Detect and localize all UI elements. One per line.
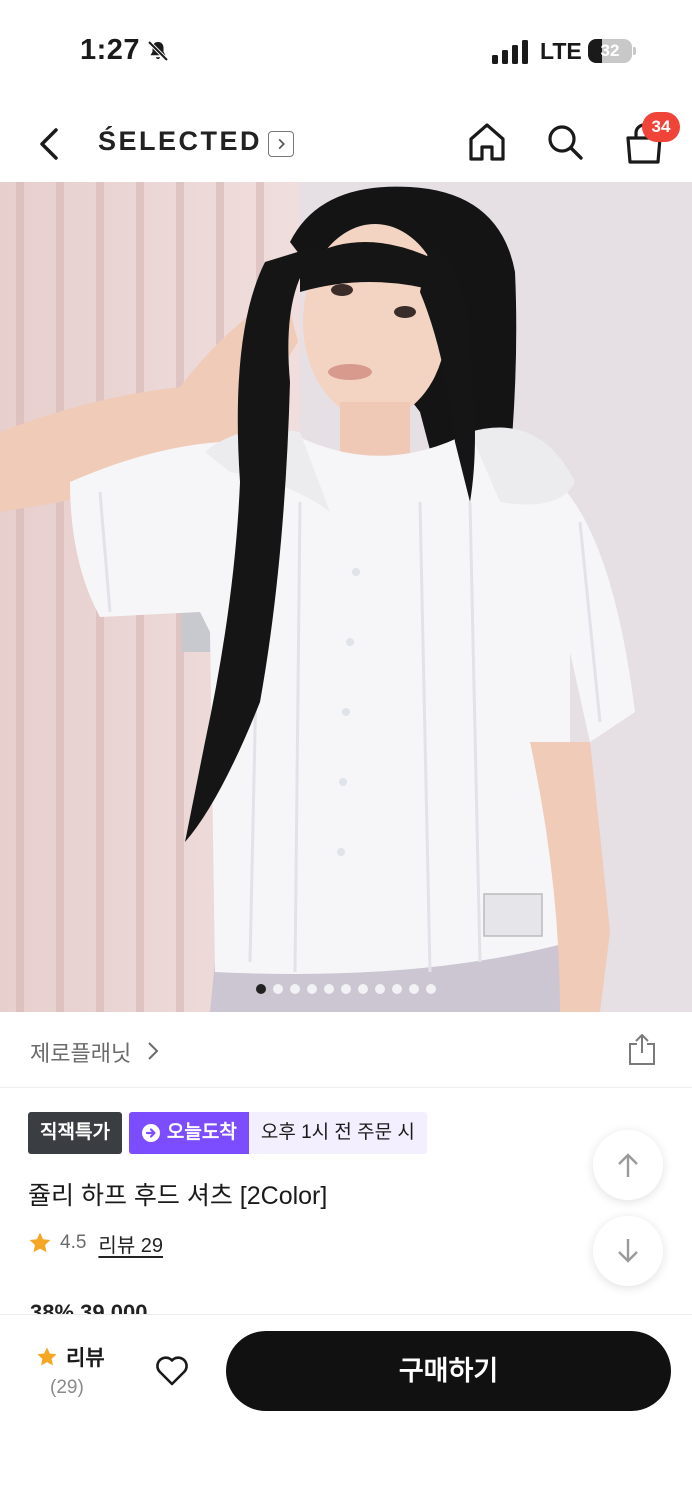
today-arrival-label: 오늘도착 (166, 1122, 237, 1143)
product-image[interactable] (0, 182, 692, 1012)
bottom-action-bar: 리뷰 (29) 구매하기 (0, 1314, 692, 1500)
store-name[interactable]: 제로플래닛 (30, 1036, 131, 1068)
rating-row: 4.5 리뷰 29 (28, 1228, 163, 1258)
review-tab-count[interactable]: (29) (50, 1377, 84, 1399)
bell-off-icon (147, 40, 169, 62)
scroll-top-button[interactable] (593, 1130, 663, 1200)
arrow-up-icon (618, 1153, 638, 1177)
status-time: 1:27 (80, 34, 141, 66)
scroll-bottom-button[interactable] (593, 1216, 663, 1286)
price-peek: 38% 39,000 (30, 1300, 148, 1314)
network-type: LTE (540, 38, 582, 64)
order-cutoff-text: 오후 1시 전 주문 시 (248, 1112, 427, 1154)
star-icon (37, 1347, 57, 1366)
brand-chevron-icon[interactable] (268, 131, 294, 157)
product-photo (0, 182, 692, 1012)
carousel-dot[interactable] (341, 984, 351, 994)
carousel-dot[interactable] (290, 984, 300, 994)
share-icon[interactable] (626, 1032, 658, 1066)
star-icon (29, 1232, 51, 1253)
battery-level: 32 (600, 41, 620, 60)
carousel-dot[interactable] (375, 984, 385, 994)
arrow-down-icon (618, 1239, 638, 1263)
chevron-right-icon (148, 1042, 159, 1060)
home-icon[interactable] (466, 120, 508, 164)
store-row[interactable]: 제로플래닛 (0, 1012, 692, 1088)
today-arrival-badge: 오늘도착 (128, 1112, 249, 1154)
search-icon[interactable] (544, 120, 586, 164)
carousel-dot[interactable] (426, 984, 436, 994)
battery-icon: 32 (588, 39, 636, 63)
cart-count-badge: 34 (642, 112, 680, 142)
carousel-dot[interactable] (409, 984, 419, 994)
carousel-dot[interactable] (307, 984, 317, 994)
review-tab-label[interactable]: 리뷰 (66, 1342, 105, 1372)
carousel-dot[interactable] (256, 984, 266, 994)
heart-icon[interactable] (154, 1353, 190, 1387)
signal-icon (492, 40, 528, 64)
arrival-icon (141, 1124, 160, 1142)
carousel-dot[interactable] (324, 984, 334, 994)
product-title: 쥴리 하프 후드 셔츠 [2Color] (28, 1182, 328, 1210)
back-icon[interactable] (30, 122, 70, 166)
delivery-badges: 직잭특가 오늘도착 오후 1시 전 주문 시 (28, 1112, 427, 1154)
direct-deal-badge: 직잭특가 (28, 1112, 122, 1154)
status-bar: 1:27 LTE 32 (0, 0, 692, 104)
brand-logo[interactable]: ŚELECTED (98, 126, 262, 157)
carousel-dot[interactable] (392, 984, 402, 994)
review-link[interactable]: 리뷰 29 (98, 1229, 163, 1258)
buy-button[interactable]: 구매하기 (226, 1331, 671, 1411)
carousel-dots[interactable] (0, 980, 692, 998)
top-nav: ŚELECTED (0, 104, 692, 182)
carousel-dot[interactable] (358, 984, 368, 994)
carousel-dot[interactable] (273, 984, 283, 994)
rating-value: 4.5 (60, 1232, 87, 1253)
